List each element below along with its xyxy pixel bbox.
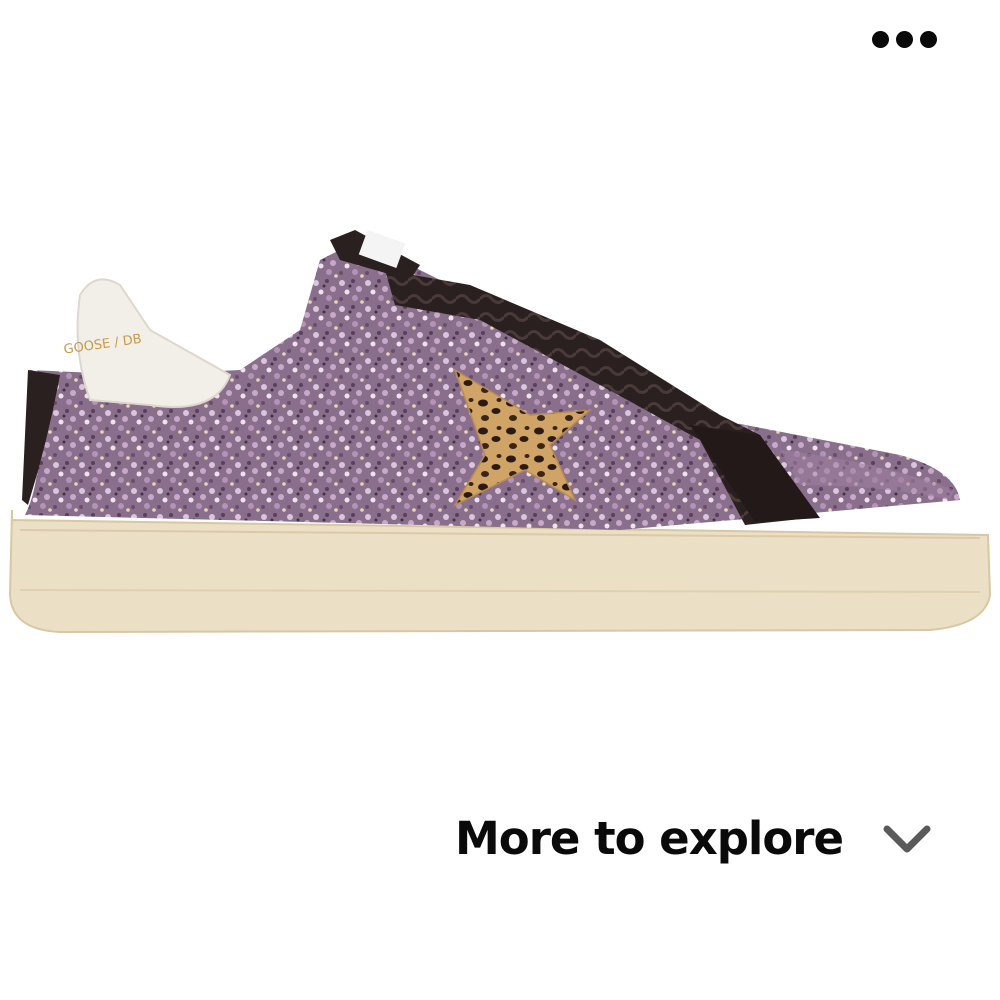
more-to-explore-label: More to explore (455, 812, 844, 865)
more-dot-icon (871, 30, 889, 48)
chevron-down-icon[interactable] (879, 819, 935, 859)
more-options-button[interactable] (864, 24, 944, 54)
more-dot-icon (919, 30, 937, 48)
product-detail-screen: GOOSE / DB More to explore (0, 0, 1000, 1000)
more-to-explore-toggle[interactable]: More to explore (455, 812, 935, 865)
more-dot-icon (895, 30, 913, 48)
sneaker-product-image[interactable]: GOOSE / DB (0, 200, 1000, 670)
